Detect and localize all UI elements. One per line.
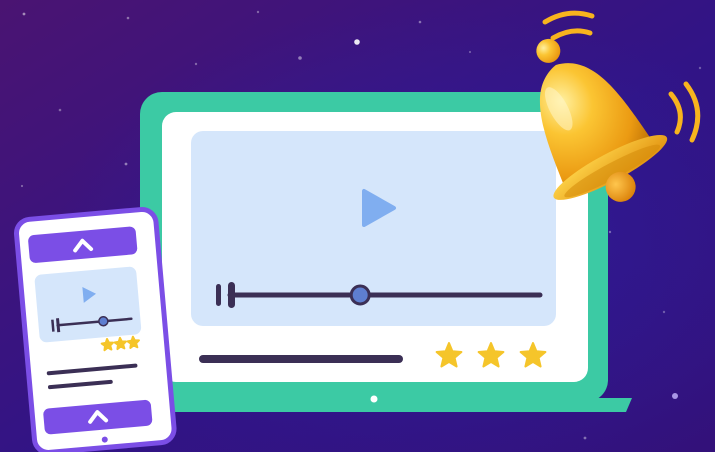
sparkle	[256, 10, 260, 14]
sparkle	[58, 108, 62, 112]
sparkle	[468, 50, 472, 54]
sparkle	[20, 184, 24, 188]
sparkle	[698, 66, 702, 70]
phone	[13, 206, 177, 452]
webcam-dot	[370, 395, 378, 403]
sparkle	[583, 436, 587, 440]
rewind-icon[interactable]	[216, 284, 221, 306]
sparkle	[298, 56, 302, 60]
phone-video-card[interactable]	[34, 266, 142, 343]
seek-knob[interactable]	[349, 284, 371, 306]
sparkle	[194, 62, 198, 66]
notification-illustration	[0, 0, 715, 452]
sparkle	[608, 230, 612, 234]
sparkle	[124, 162, 128, 166]
sparkle	[126, 16, 130, 20]
sparkle	[662, 310, 666, 314]
sparkle	[418, 20, 422, 24]
sparkle	[672, 393, 678, 399]
sparkle	[354, 39, 360, 45]
sparkle	[22, 12, 26, 16]
seek-knob[interactable]	[98, 315, 109, 327]
